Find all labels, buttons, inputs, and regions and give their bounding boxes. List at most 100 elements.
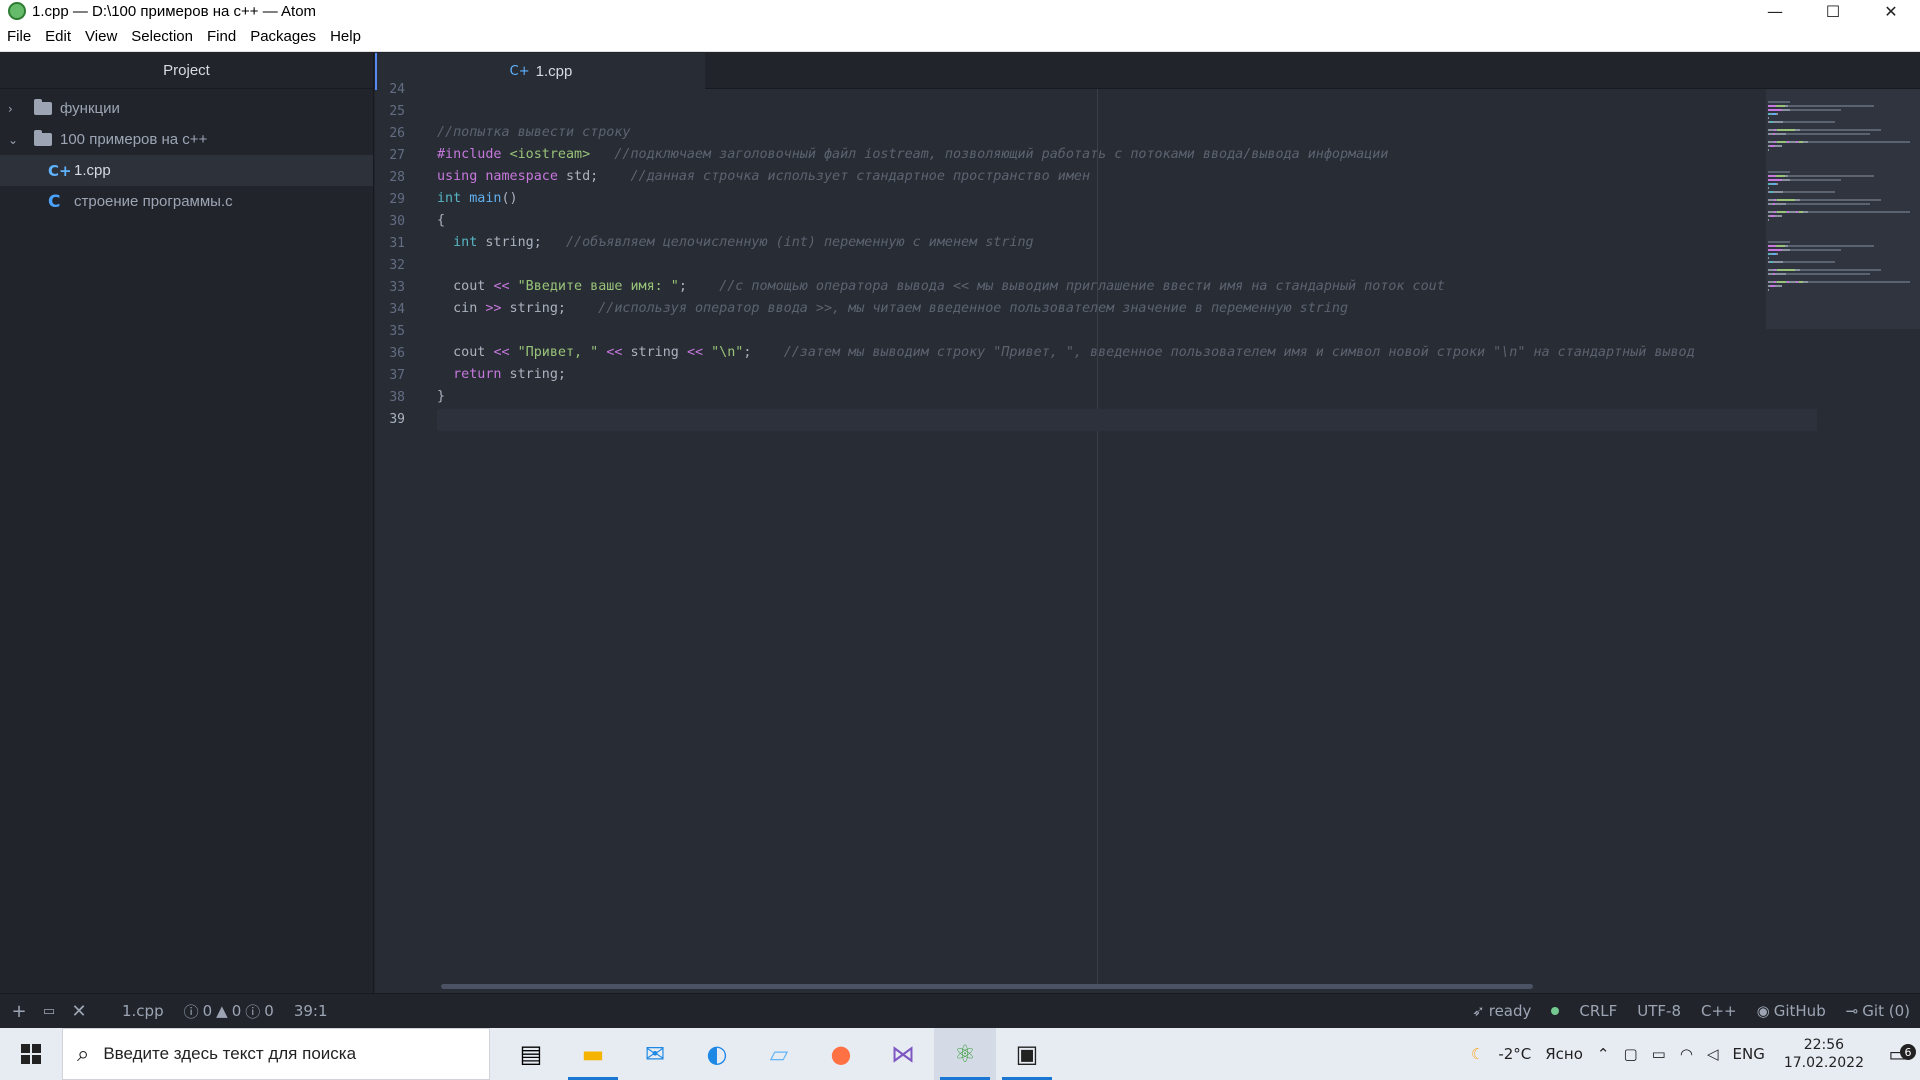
minimize-button[interactable]: — bbox=[1746, 0, 1804, 22]
project-header[interactable]: Project bbox=[0, 53, 373, 89]
code-line[interactable]: int main() bbox=[437, 191, 518, 206]
line-number[interactable]: 34 bbox=[375, 302, 405, 317]
minimap-line bbox=[1800, 199, 1881, 201]
code-token: << bbox=[606, 345, 623, 360]
menu-bar: File Edit View Selection Find Packages H… bbox=[0, 22, 1920, 52]
minimap-line bbox=[1777, 129, 1795, 131]
line-number[interactable]: 35 bbox=[375, 324, 405, 339]
tree-file-stroenie[interactable]: C строение программы.c bbox=[0, 186, 373, 217]
atom-icon[interactable]: ⚛ bbox=[934, 1028, 996, 1080]
code-comment: //данная строчка использует стандартное … bbox=[630, 169, 1091, 184]
code-area[interactable]: //попытка вывести строку #include <iostre… bbox=[437, 89, 1817, 989]
code-line[interactable]: #include <iostream> //подключаем заголов… bbox=[437, 147, 1388, 162]
menu-edit[interactable]: Edit bbox=[38, 28, 78, 45]
minimap-line bbox=[1775, 273, 1786, 275]
code-line[interactable]: cout << "Привет, " << string << "\n"; //… bbox=[437, 345, 1695, 360]
ide-status[interactable]: ➶ ready bbox=[1462, 1002, 1541, 1020]
terminal-icon[interactable]: ▭ bbox=[34, 1004, 64, 1019]
minimap-line bbox=[1790, 109, 1841, 111]
line-number[interactable]: 29 bbox=[375, 192, 405, 207]
volume-icon[interactable]: ◁ bbox=[1700, 1045, 1726, 1063]
menu-packages[interactable]: Packages bbox=[243, 28, 323, 45]
diagnostics-summary[interactable]: ⓘ 0 ▲ 0 ⓘ 0 bbox=[174, 1001, 284, 1022]
code-line[interactable]: { bbox=[437, 213, 445, 228]
taskbar-search[interactable]: ⌕ Введите здесь текст для поиска bbox=[62, 1028, 490, 1080]
weather-icon[interactable]: ☾ bbox=[1464, 1045, 1491, 1063]
line-number[interactable]: 26 bbox=[375, 126, 405, 141]
code-line[interactable]: int string; //объявляем целочисленную (i… bbox=[437, 235, 1033, 250]
line-number[interactable]: 38 bbox=[375, 390, 405, 405]
horizontal-scrollbar[interactable] bbox=[441, 984, 1533, 989]
meet-now-icon[interactable]: ▢ bbox=[1616, 1045, 1644, 1063]
close-icon[interactable]: ✕ bbox=[64, 1001, 94, 1022]
encoding-selector[interactable]: UTF-8 bbox=[1627, 1002, 1691, 1020]
system-tray: ☾ -2°C Ясно ⌃ ▢ ▭ ◠ ◁ ENG 22:56 17.02.20… bbox=[1464, 1028, 1920, 1080]
line-number[interactable]: 31 bbox=[375, 236, 405, 251]
minimap-line bbox=[1775, 215, 1782, 217]
search-placeholder: Введите здесь текст для поиска bbox=[103, 1044, 357, 1063]
code-line[interactable]: cout << "Введите ваше имя: "; //с помощь… bbox=[437, 279, 1445, 294]
minimap-line bbox=[1768, 171, 1790, 173]
minimap-line bbox=[1808, 141, 1910, 143]
terminal-icon[interactable]: ▣ bbox=[996, 1028, 1058, 1080]
line-number[interactable]: 27 bbox=[375, 148, 405, 163]
code-line[interactable]: cin >> string; //используя оператор ввод… bbox=[437, 301, 1348, 316]
minimap-line bbox=[1782, 179, 1790, 181]
weather-temp[interactable]: -2°C bbox=[1491, 1045, 1538, 1063]
menu-help[interactable]: Help bbox=[323, 28, 368, 45]
code-line[interactable]: //попытка вывести строку bbox=[437, 125, 630, 140]
code-line[interactable]: } bbox=[437, 389, 445, 404]
line-number[interactable]: 32 bbox=[375, 258, 405, 273]
line-number[interactable]: 24 bbox=[375, 82, 405, 97]
tree-folder-funktsii[interactable]: › функции bbox=[0, 93, 373, 124]
line-number[interactable]: 30 bbox=[375, 214, 405, 229]
notification-center-button[interactable]: ▭ 6 bbox=[1876, 1042, 1920, 1066]
file-explorer-icon[interactable]: ▬ bbox=[562, 1028, 624, 1080]
add-icon[interactable]: + bbox=[4, 1001, 34, 1022]
menu-file[interactable]: File bbox=[0, 28, 38, 45]
code-line[interactable]: using namespace std; //данная строчка ис… bbox=[437, 169, 1090, 184]
menu-selection[interactable]: Selection bbox=[124, 28, 200, 45]
chevron-up-icon[interactable]: ⌃ bbox=[1590, 1045, 1617, 1063]
tree-item-label: 1.cpp bbox=[74, 162, 111, 179]
visual-studio-icon[interactable]: ⋈ bbox=[872, 1028, 934, 1080]
code-comment: //попытка вывести строку bbox=[437, 125, 631, 140]
line-number[interactable]: 37 bbox=[375, 368, 405, 383]
close-button[interactable]: ✕ bbox=[1862, 0, 1920, 22]
mail-icon[interactable]: ✉ bbox=[624, 1028, 686, 1080]
start-button[interactable] bbox=[0, 1028, 62, 1080]
weather-text[interactable]: Ясно bbox=[1538, 1045, 1590, 1063]
tab-1cpp[interactable]: C+ 1.cpp bbox=[375, 53, 705, 90]
wifi-icon[interactable]: ◠ bbox=[1673, 1045, 1700, 1063]
code-token: cout bbox=[437, 279, 494, 294]
minimap-line bbox=[1768, 241, 1790, 243]
code-line[interactable]: return string; bbox=[437, 367, 566, 382]
firefox-icon[interactable]: ● bbox=[810, 1028, 872, 1080]
line-ending-selector[interactable]: CRLF bbox=[1569, 1002, 1627, 1020]
minimap-line bbox=[1775, 133, 1786, 135]
line-number[interactable]: 28 bbox=[375, 170, 405, 185]
git-button[interactable]: ⊸ Git (0) bbox=[1836, 1002, 1920, 1020]
line-number[interactable]: 25 bbox=[375, 104, 405, 119]
tree-item-label: функции bbox=[60, 100, 120, 117]
line-number[interactable]: 39 bbox=[375, 412, 405, 427]
language-indicator[interactable]: ENG bbox=[1726, 1045, 1772, 1063]
notepad-icon[interactable]: ▱ bbox=[748, 1028, 810, 1080]
grammar-selector[interactable]: C++ bbox=[1691, 1002, 1747, 1020]
line-number[interactable]: 36 bbox=[375, 346, 405, 361]
line-number[interactable]: 33 bbox=[375, 280, 405, 295]
menu-find[interactable]: Find bbox=[200, 28, 243, 45]
minimap[interactable] bbox=[1766, 89, 1920, 329]
maximize-button[interactable]: ☐ bbox=[1804, 0, 1862, 22]
menu-view[interactable]: View bbox=[78, 28, 124, 45]
clock[interactable]: 22:56 17.02.2022 bbox=[1772, 1036, 1876, 1072]
tree-file-1cpp[interactable]: C+ 1.cpp bbox=[0, 155, 373, 186]
status-file-name[interactable]: 1.cpp bbox=[112, 1002, 174, 1020]
edge-icon[interactable]: ◐ bbox=[686, 1028, 748, 1080]
github-button[interactable]: ◉ GitHub bbox=[1747, 1002, 1836, 1020]
tree-folder-100-primerov[interactable]: ⌄ 100 примеров на c++ bbox=[0, 124, 373, 155]
battery-icon[interactable]: ▭ bbox=[1645, 1045, 1673, 1063]
cursor-position[interactable]: 39:1 bbox=[284, 1002, 338, 1020]
task-view-icon[interactable]: ▤ bbox=[500, 1028, 562, 1080]
error-icon: ⓘ bbox=[183, 1002, 199, 1021]
